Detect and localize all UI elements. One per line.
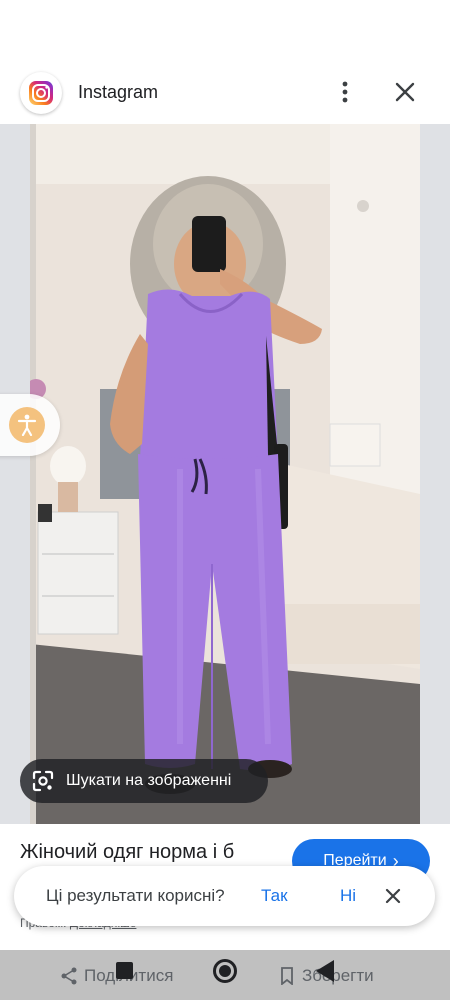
search-in-image-label: Шукати на зображенні: [66, 772, 232, 789]
feedback-question: Ці результати корисні?: [46, 886, 225, 905]
recents-nav-button[interactable]: [116, 962, 133, 979]
close-icon[interactable]: [390, 77, 420, 107]
instagram-logo-icon[interactable]: [20, 72, 62, 114]
accessibility-button[interactable]: [0, 394, 60, 456]
source-title: Instagram: [78, 82, 159, 102]
screen: Instagram Шукати на зображенні Жіночий о…: [0, 0, 450, 1000]
more-vert-icon[interactable]: [330, 77, 360, 107]
feedback-snackbar: Ці результати корисні? Так Ні: [14, 866, 435, 926]
feedback-no-button[interactable]: Ні: [340, 886, 356, 906]
bookmark-icon: [281, 967, 293, 985]
save-label: Зберегти: [302, 966, 374, 985]
accessibility-icon: [9, 407, 45, 443]
feedback-yes-button[interactable]: Так: [261, 886, 288, 906]
close-feedback-icon[interactable]: [382, 885, 404, 907]
image-frame: [0, 124, 450, 824]
header: Instagram: [0, 60, 450, 124]
result-title[interactable]: Жіночий одяг норма і б: [20, 840, 280, 864]
result-image[interactable]: [30, 124, 420, 824]
back-nav-button[interactable]: [316, 960, 334, 982]
search-in-image-button[interactable]: Шукати на зображенні: [20, 759, 268, 803]
google-lens-icon: [32, 770, 54, 792]
status-area: [0, 0, 450, 60]
home-nav-button[interactable]: [213, 959, 237, 983]
share-icon: [61, 967, 77, 985]
